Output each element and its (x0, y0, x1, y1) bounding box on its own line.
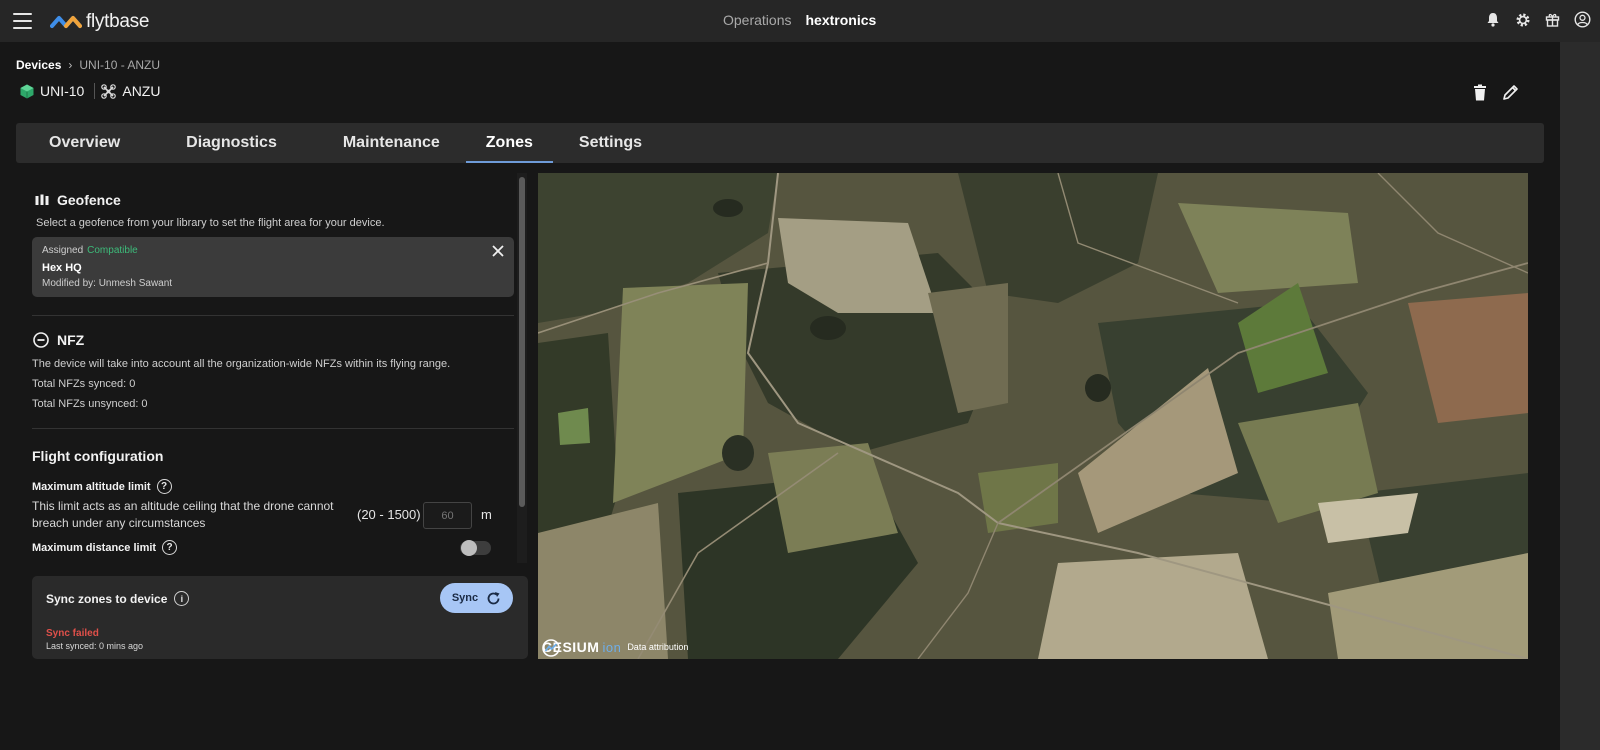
dock-icon (20, 84, 34, 98)
geofence-status: Assigned (42, 245, 84, 256)
bell-icon[interactable] (1483, 10, 1502, 29)
user-icon[interactable] (1573, 10, 1592, 29)
cesium-logo-icon (542, 639, 560, 657)
nfz-header: NFZ (33, 332, 84, 348)
workspace-switcher: Operations hextronics (723, 12, 876, 28)
altitude-limit-label: Maximum altitude limit ? (32, 479, 172, 494)
altitude-unit: m (481, 507, 492, 522)
geofence-description: Select a geofence from your library to s… (36, 217, 385, 229)
map-imagery (538, 173, 1528, 659)
logo-text: flytbase (86, 11, 150, 32)
right-gutter (1560, 42, 1600, 750)
distance-limit-toggle[interactable] (460, 540, 491, 556)
altitude-input[interactable] (423, 502, 472, 529)
nfz-unsynced-count: Total NFZs unsynced: 0 (32, 398, 148, 410)
cesium-ion-text: ion (602, 639, 622, 655)
edit-icon[interactable] (1500, 82, 1520, 102)
close-icon[interactable] (490, 243, 506, 259)
geofence-title: Geofence (57, 192, 121, 208)
sync-status: Sync failed (46, 628, 99, 639)
compatible-badge: Compatible (87, 245, 138, 256)
trash-icon[interactable] (1470, 82, 1490, 102)
nfz-description: The device will take into account all th… (32, 358, 451, 370)
dock-name: UNI-10 (40, 83, 85, 99)
sync-title-row: Sync zones to device i (46, 591, 190, 606)
tab-diagnostics[interactable]: Diagnostics (166, 123, 297, 163)
distance-limit-text: Maximum distance limit (32, 541, 157, 554)
geofence-header: Geofence (35, 192, 121, 208)
zones-panel: Geofence Select a geofence from your lib… (32, 175, 516, 563)
sync-button[interactable]: Sync (440, 583, 513, 613)
refresh-icon (487, 591, 500, 604)
data-attribution-link[interactable]: Data attribution (627, 642, 688, 652)
drone-icon (101, 83, 117, 99)
toggle-knob (461, 540, 477, 556)
device-actions (1470, 82, 1520, 102)
nfz-synced-count: Total NFZs synced: 0 (32, 378, 136, 390)
cesium-logo[interactable]: CESIUM ion (542, 639, 622, 657)
tab-settings[interactable]: Settings (559, 123, 662, 163)
operations-link[interactable]: Operations (723, 12, 791, 28)
tab-bar: Overview Diagnostics Maintenance Zones S… (16, 123, 1544, 163)
device-divider (94, 83, 96, 99)
chevron-right-icon: › (68, 58, 73, 72)
divider (32, 428, 514, 429)
drone-name: ANZU (122, 83, 161, 99)
geofence-modified-by: Modified by: Unmesh Sawant (42, 278, 173, 289)
altitude-range: (20 - 1500) (357, 507, 421, 522)
sync-button-label: Sync (451, 592, 479, 604)
last-synced: Last synced: 0 mins ago (46, 641, 144, 651)
tab-overview[interactable]: Overview (29, 123, 140, 163)
top-actions (1483, 10, 1592, 29)
flytbase-logo-icon (50, 16, 82, 28)
org-name[interactable]: hextronics (805, 12, 876, 28)
scrollbar-thumb[interactable] (519, 177, 525, 507)
breadcrumb-devices[interactable]: Devices (16, 58, 61, 72)
gear-icon[interactable] (1513, 10, 1532, 29)
tab-maintenance[interactable]: Maintenance (323, 123, 460, 163)
geofence-icon (35, 194, 49, 205)
tab-zones[interactable]: Zones (465, 123, 554, 163)
logo[interactable]: flytbase (50, 11, 149, 33)
no-entry-icon (33, 332, 49, 348)
geofence-card[interactable]: Assigned Compatible Hex HQ Modified by: U… (32, 237, 514, 297)
device-header: UNI-10 ANZU (20, 83, 160, 99)
gift-icon[interactable] (1543, 10, 1562, 29)
panel-scrollbar[interactable] (517, 173, 527, 563)
satellite-map[interactable]: CESIUM ion Data attribution (538, 173, 1528, 659)
geofence-name: Hex HQ (42, 262, 82, 274)
geofence-status-row: Assigned Compatible (42, 245, 138, 256)
sync-card: Sync zones to device i Sync Sync failed … (32, 576, 528, 659)
cesium-attribution: CESIUM ion Data attribution (542, 639, 688, 657)
breadcrumb-current: UNI-10 - ANZU (79, 58, 161, 72)
altitude-limit-text: Maximum altitude limit (32, 480, 151, 493)
altitude-limit-description: This limit acts as an altitude ceiling t… (32, 499, 334, 530)
top-bar: flytbase Operations hextronics (0, 0, 1600, 42)
info-icon[interactable]: i (174, 591, 190, 606)
menu-icon[interactable] (13, 13, 32, 29)
nfz-title: NFZ (57, 332, 85, 348)
help-icon[interactable]: ? (156, 479, 172, 494)
flight-config-title: Flight configuration (32, 448, 164, 464)
sync-title: Sync zones to device (46, 591, 168, 606)
divider (32, 315, 514, 316)
breadcrumb: Devices › UNI-10 - ANZU (16, 58, 160, 72)
help-icon[interactable]: ? (162, 540, 178, 555)
distance-limit-label: Maximum distance limit ? (32, 540, 178, 555)
